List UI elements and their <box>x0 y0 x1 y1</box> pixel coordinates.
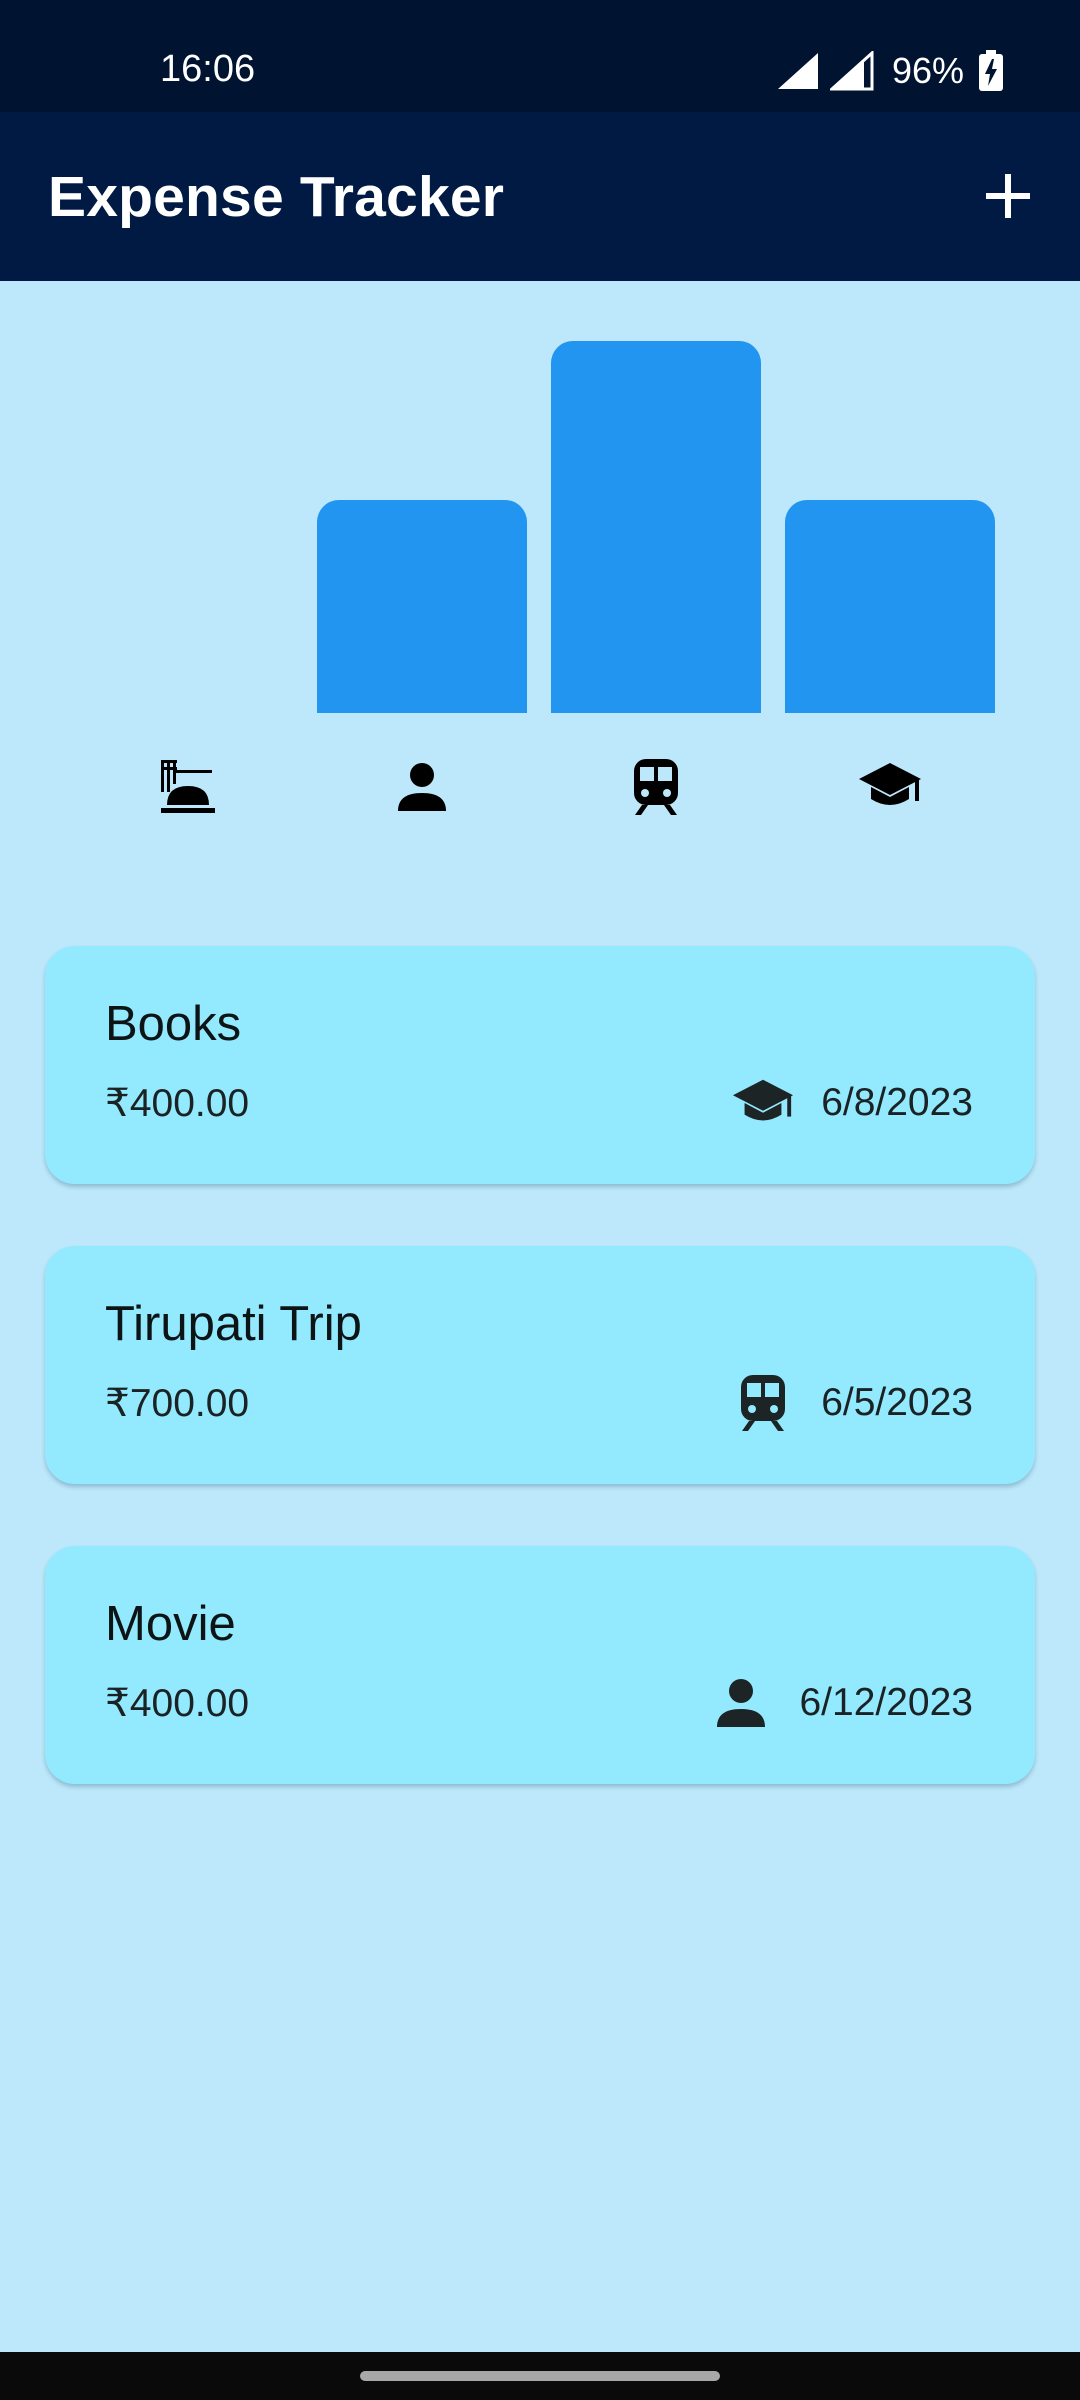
expense-date: 6/5/2023 <box>821 1381 973 1424</box>
battery-charging-icon <box>979 50 1003 91</box>
signal-icon <box>777 53 818 89</box>
chart-bar-slot-travel <box>551 341 761 713</box>
page-title: Expense Tracker <box>48 165 505 229</box>
app-bar: Expense Tracker <box>0 112 1080 281</box>
train-icon <box>620 751 692 823</box>
navigation-bar <box>0 2352 1080 2400</box>
expense-date: 6/12/2023 <box>799 1681 973 1724</box>
add-expense-button[interactable] <box>970 158 1046 234</box>
school-icon <box>731 1071 795 1135</box>
chart-bar-slot-food <box>83 341 293 713</box>
food-icon <box>152 751 224 823</box>
expense-amount: ₹700.00 <box>105 1382 250 1425</box>
expense-amount: ₹400.00 <box>105 1682 250 1725</box>
school-icon <box>854 751 926 823</box>
expense-title: Tirupati Trip <box>105 1297 362 1351</box>
expense-card[interactable]: Books ₹400.00 6/8/2023 <box>45 946 1035 1184</box>
home-gesture-handle[interactable] <box>360 2371 720 2381</box>
expense-amount: ₹400.00 <box>105 1082 250 1125</box>
status-time: 16:06 <box>160 48 256 90</box>
plus-icon <box>986 174 1030 218</box>
status-icons: 96% <box>776 50 1004 92</box>
expense-card[interactable]: Movie ₹400.00 6/12/2023 <box>45 1546 1035 1784</box>
expense-chart <box>0 281 1080 881</box>
train-icon <box>731 1371 795 1435</box>
signal-icon <box>829 51 874 91</box>
expense-title: Movie <box>105 1597 236 1651</box>
expense-title: Books <box>105 997 242 1051</box>
battery-percent: 96% <box>891 50 964 91</box>
expense-meta: 6/8/2023 <box>731 1071 973 1135</box>
chart-bar-slot-work <box>785 341 995 713</box>
expense-meta: 6/12/2023 <box>709 1671 973 1735</box>
expense-card[interactable]: Tirupati Trip ₹700.00 6/5/2023 <box>45 1246 1035 1484</box>
status-bar: 16:06 96% <box>0 0 1080 112</box>
expense-date: 6/8/2023 <box>821 1081 973 1124</box>
expense-meta: 6/5/2023 <box>731 1371 973 1435</box>
person-icon <box>709 1671 773 1735</box>
person-icon <box>386 751 458 823</box>
chart-bar-travel <box>551 341 761 713</box>
chart-bar-slot-leisure <box>317 341 527 713</box>
chart-bar-work <box>785 500 995 713</box>
chart-bar-leisure <box>317 500 527 713</box>
